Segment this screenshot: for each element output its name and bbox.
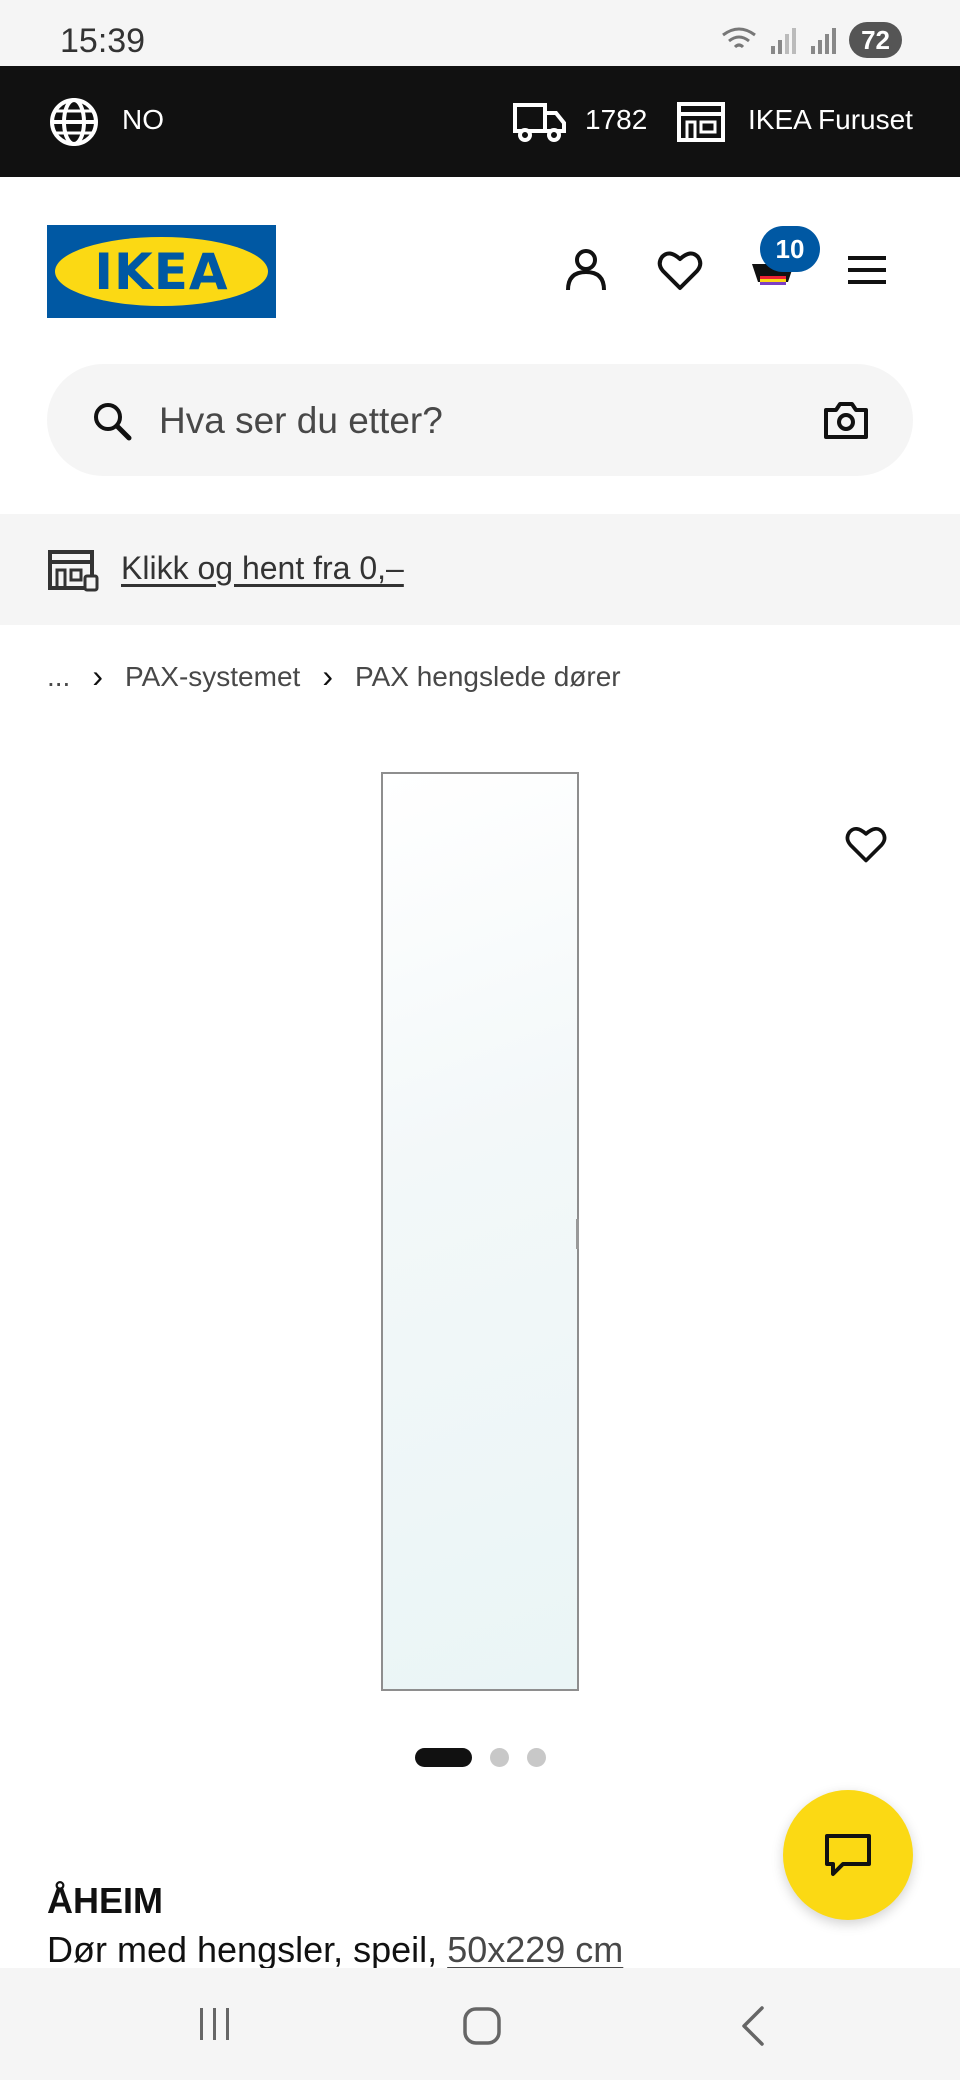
door-hinge: [576, 1219, 579, 1249]
back-icon[interactable]: [738, 2006, 768, 2046]
breadcrumb: ... › PAX-systemet › PAX hengslede dører: [47, 658, 621, 695]
product-description: Dør med hengsler, speil, 50x229 cm: [47, 1929, 623, 1971]
menu-icon[interactable]: [846, 246, 888, 294]
battery-indicator: 72: [849, 22, 902, 58]
user-icon[interactable]: [562, 246, 610, 294]
chevron-right-icon: ›: [92, 658, 103, 694]
camera-icon[interactable]: [823, 400, 869, 440]
heart-icon[interactable]: [656, 246, 704, 294]
wifi-icon: [722, 27, 756, 49]
signal-icon-2: [811, 28, 837, 54]
add-to-favourites-heart-icon[interactable]: [844, 822, 888, 866]
android-nav-bar: [0, 1968, 960, 2080]
home-icon[interactable]: [462, 2006, 502, 2046]
carousel-dot-active[interactable]: [415, 1748, 472, 1767]
breadcrumb-ellipsis[interactable]: ...: [47, 661, 70, 693]
store-icon[interactable]: [676, 100, 726, 144]
status-bar: 15:39 72: [0, 0, 960, 66]
search-bar[interactable]: Hva ser du etter?: [47, 364, 913, 476]
chat-icon: [825, 1834, 871, 1876]
store-pickup-icon: [48, 550, 99, 592]
ikea-logo[interactable]: IKEA: [47, 225, 276, 318]
globe-icon[interactable]: [48, 96, 100, 148]
carousel-dot[interactable]: [490, 1748, 509, 1767]
product-size-link[interactable]: 50x229 cm: [447, 1929, 623, 1970]
cart-count-badge[interactable]: 10: [760, 226, 820, 272]
product-image-mirror-door[interactable]: [381, 772, 579, 1691]
store-name[interactable]: IKEA Furuset: [748, 104, 913, 136]
carousel-dot[interactable]: [527, 1748, 546, 1767]
recent-apps-icon[interactable]: [196, 2006, 234, 2042]
postal-code[interactable]: 1782: [585, 104, 647, 136]
signal-icon: [771, 28, 797, 54]
language-selector[interactable]: NO: [122, 104, 164, 136]
status-time: 15:39: [60, 22, 146, 60]
search-input[interactable]: Hva ser du etter?: [159, 400, 443, 442]
truck-icon[interactable]: [512, 100, 568, 144]
logo-text: IKEA: [94, 242, 229, 301]
status-icons: 72: [719, 22, 902, 58]
logo-oval: IKEA: [55, 237, 268, 306]
breadcrumb-item-pax-system[interactable]: PAX-systemet: [125, 661, 300, 693]
top-utility-bar: NO 1782 IKEA Furuset: [0, 66, 960, 177]
product-type: Dør med hengsler, speil,: [47, 1929, 438, 1970]
chevron-right-icon: ›: [322, 658, 333, 694]
click-collect-banner: Klikk og hent fra 0,–: [0, 514, 960, 625]
chat-button[interactable]: [783, 1790, 913, 1920]
product-name: ÅHEIM: [47, 1880, 163, 1921]
breadcrumb-item-pax-doors[interactable]: PAX hengslede dører: [355, 661, 621, 693]
image-carousel-indicator: [415, 1748, 546, 1767]
click-collect-link[interactable]: Klikk og hent fra 0,–: [121, 550, 404, 587]
search-icon: [94, 403, 132, 441]
